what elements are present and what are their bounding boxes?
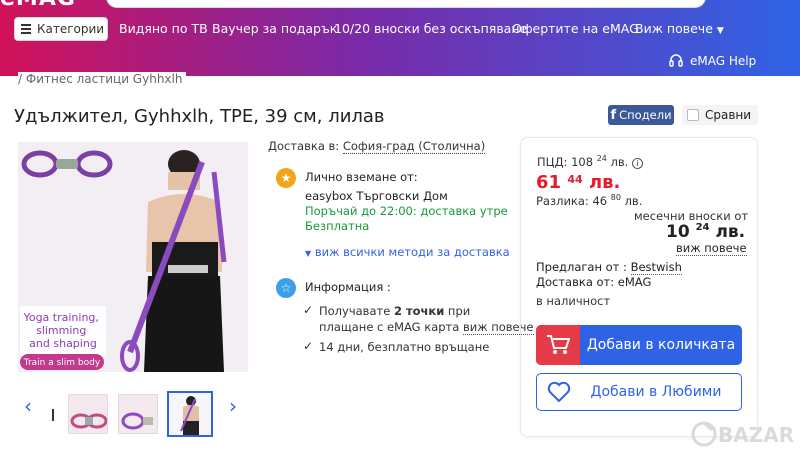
- nav-gift-voucher[interactable]: Ваучер за подарък: [212, 21, 337, 36]
- info-icon[interactable]: i: [632, 158, 643, 169]
- pickup-title: Лично вземане от:: [305, 170, 418, 184]
- thumbs-next-arrow[interactable]: ›: [229, 394, 237, 418]
- nav-emag-offers[interactable]: Офертите на eMAG: [512, 21, 639, 36]
- monthly-installment-value: 10 24 лв.: [666, 222, 746, 242]
- original-price: ПЦД: 108 24 лв. i: [537, 154, 643, 169]
- badge-star-icon: ☆: [276, 278, 296, 298]
- star-icon: ★: [276, 168, 296, 188]
- compare-checkbox[interactable]: [687, 109, 699, 121]
- categories-button[interactable]: Категории: [14, 17, 108, 41]
- add-to-cart-label: Добави в количката: [586, 337, 736, 353]
- compare-toggle[interactable]: Сравни: [682, 105, 758, 125]
- price-difference: Разлика: 46 80 лв.: [536, 193, 643, 208]
- thumbnail-2[interactable]: [118, 394, 158, 434]
- delivery-location-value[interactable]: София-град (Столична): [342, 139, 486, 154]
- seller-name-link[interactable]: Bestwish: [630, 260, 682, 275]
- heart-icon: [537, 381, 581, 403]
- delivery-location[interactable]: Доставка в: София-град (Столична): [268, 139, 486, 154]
- help-label: eMAG Help: [690, 54, 757, 68]
- checkmark-icon: ✓: [303, 339, 314, 353]
- facebook-icon: f: [610, 107, 617, 123]
- info-return-line: 14 дни, безплатно връщане: [319, 340, 490, 354]
- menu-icon: [21, 24, 31, 34]
- thumbnail-1[interactable]: [68, 394, 108, 434]
- info-card-line: плащане с eMAG карта виж повече: [319, 320, 534, 335]
- compare-label: Сравни: [705, 108, 752, 122]
- chevron-down-icon: ▼: [716, 26, 724, 36]
- headset-icon: [669, 54, 683, 67]
- help-link[interactable]: eMAG Help: [668, 53, 756, 69]
- info-title: Информация :: [305, 280, 391, 294]
- watermark-text: BAZAR: [718, 423, 794, 447]
- delivery-label: Доставка в:: [268, 139, 340, 153]
- pickup-free-label: Безплатна: [305, 219, 370, 233]
- nav-installments[interactable]: 10/20 вноски без оскъпяване: [334, 21, 527, 36]
- info-points-line: Получавате 2 точки при: [319, 304, 471, 318]
- current-price: 61 44 лв.: [536, 172, 621, 193]
- stock-status: в наличност: [536, 294, 611, 308]
- delivery-methods-label: виж всички методи за доставка: [314, 245, 510, 259]
- cart-icon: [536, 325, 580, 365]
- add-to-favorites-label: Добави в Любими: [590, 384, 722, 400]
- delivery-by: Доставка от: eMAG: [536, 275, 652, 289]
- image-caption-2: Train a slim body: [23, 358, 101, 368]
- share-label: Сподели: [619, 108, 672, 122]
- breadcrumb[interactable]: / Фитнес ластици Gyhhxlh: [18, 72, 187, 86]
- add-to-cart-button[interactable]: Добави в количката: [536, 325, 742, 365]
- top-navigation-bar: eMAG Категории Видяно по ТВ Ваучер за по…: [0, 0, 800, 76]
- search-input[interactable]: [106, 0, 706, 8]
- thumbnail-3[interactable]: [167, 391, 213, 437]
- bazar-watermark: BAZAR: [691, 421, 794, 447]
- categories-label: Категории: [37, 22, 105, 36]
- nav-see-more[interactable]: Виж повече ▼: [635, 21, 724, 36]
- pickup-order-deadline: Поръчай до 22:00: доставка утре: [305, 204, 508, 218]
- seller-info: Предлаган от : Bestwish: [536, 260, 682, 275]
- thumbs-divider: [52, 409, 54, 421]
- product-title: Удължител, Gyhhxlh, TPE, 39 см, лилав: [14, 106, 385, 127]
- thumbs-prev-arrow[interactable]: ‹: [24, 394, 32, 418]
- product-main-image[interactable]: Yoga training, slimming and shaping Trai…: [18, 142, 248, 372]
- installments-see-more-link[interactable]: виж повече: [676, 241, 747, 256]
- delivery-methods-link[interactable]: ▼ виж всички методи за доставка: [305, 245, 510, 259]
- pickup-store: easybox Търговски Дом: [305, 189, 448, 203]
- monthly-installments-label: месечни вноски от: [634, 209, 749, 223]
- nav-seen-on-tv[interactable]: Видяно по ТВ: [119, 21, 208, 36]
- facebook-share-button[interactable]: f Сподели: [608, 105, 674, 125]
- product-photo: Yoga training, slimming and shaping Trai…: [18, 142, 248, 372]
- checkmark-icon: ✓: [303, 303, 314, 317]
- caret-down-icon: ▼: [305, 249, 312, 258]
